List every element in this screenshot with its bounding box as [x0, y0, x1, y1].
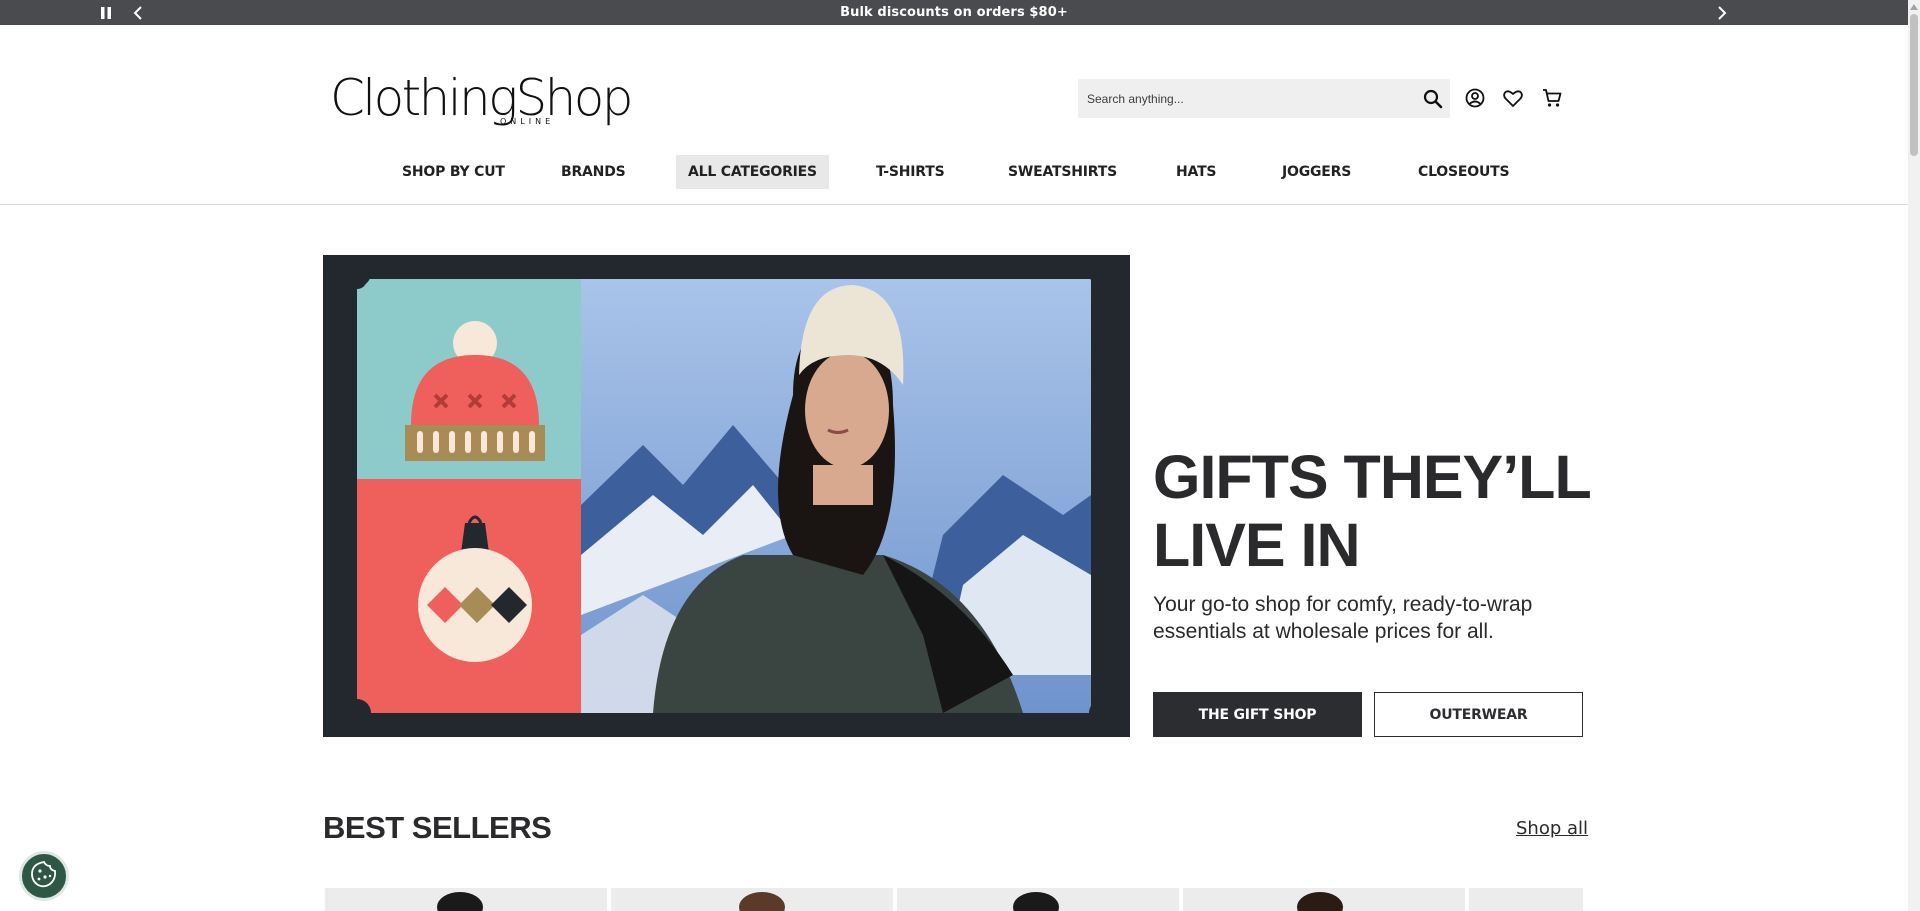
product-card[interactable]	[325, 888, 607, 911]
product-card[interactable]	[1469, 888, 1583, 911]
hero-subtitle: Your go-to shop for comfy, ready-to-wrap…	[1153, 593, 1533, 643]
heart-icon[interactable]	[1501, 86, 1525, 110]
page-scrollbar[interactable]	[1908, 0, 1920, 911]
announcement-bar: Bulk discounts on orders $80+	[0, 0, 1908, 25]
hero-title-line-1: GIFTS THEY’LL	[1153, 443, 1592, 511]
product-card[interactable]	[897, 888, 1179, 911]
shop-all-link[interactable]: Shop all	[1516, 818, 1588, 839]
nav-item-sweatshirts[interactable]: SWEATSHIRTS	[1008, 155, 1117, 189]
product-image	[1297, 892, 1343, 911]
scroll-up-arrow-icon[interactable]	[1908, 0, 1920, 14]
product-card[interactable]	[1183, 888, 1465, 911]
cookie-icon	[29, 859, 59, 893]
scrollbar-thumb[interactable]	[1910, 14, 1918, 156]
chevron-right-icon[interactable]	[1714, 0, 1730, 25]
nav-item-hats[interactable]: HATS	[1176, 155, 1217, 189]
nav-item-t-shirts[interactable]: T-SHIRTS	[876, 155, 945, 189]
nav-item-brands[interactable]: BRANDS	[561, 155, 626, 189]
outerwear-button[interactable]: OUTERWEAR	[1374, 692, 1583, 737]
site-logo[interactable]: ClothingShop ONLINE	[330, 68, 633, 128]
product-image	[1013, 892, 1059, 911]
nav-item-shop-by-cut[interactable]: SHOP BY CUT	[402, 155, 505, 189]
nav-item-joggers[interactable]: JOGGERS	[1282, 155, 1351, 189]
account-icon[interactable]	[1463, 86, 1487, 110]
logo-text: ClothingShop	[330, 69, 633, 127]
search-icon[interactable]	[1422, 88, 1444, 110]
hero-title: GIFTS THEY’LL LIVE IN	[1153, 443, 1593, 579]
nav-item-all-categories[interactable]: ALL CATEGORIES	[676, 155, 829, 189]
hero-image[interactable]	[323, 255, 1130, 737]
search-input[interactable]	[1078, 79, 1398, 118]
cart-icon[interactable]	[1540, 86, 1564, 110]
announcement-message[interactable]: Bulk discounts on orders $80+	[0, 0, 1908, 25]
product-image	[437, 892, 483, 911]
best-sellers-carousel	[323, 888, 1583, 911]
hero-title-line-2: LIVE IN	[1153, 511, 1361, 579]
gift-shop-button[interactable]: THE GIFT SHOP	[1153, 692, 1362, 737]
product-card[interactable]	[611, 888, 893, 911]
logo-subtext: ONLINE	[500, 117, 555, 126]
main-nav: SHOP BY CUT BRANDS ALL CATEGORIES T-SHIR…	[0, 155, 1908, 205]
cookie-settings-button[interactable]	[19, 851, 69, 901]
search-bar	[1078, 79, 1450, 118]
nav-item-closeouts[interactable]: CLOSEOUTS	[1418, 155, 1510, 189]
product-image	[739, 892, 785, 911]
best-sellers-title: BEST SELLERS	[323, 810, 552, 845]
